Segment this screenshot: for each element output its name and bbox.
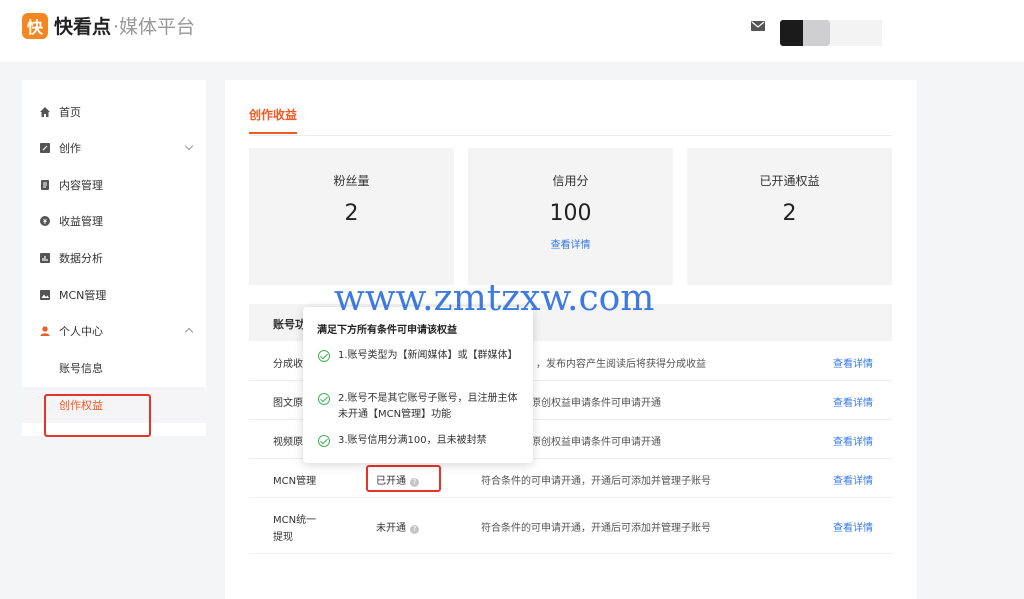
row-desc: 原创权益申请条件可申请开通 <box>531 437 661 448</box>
row-name: 图文原 <box>273 398 303 409</box>
view-details-link[interactable]: 查看详情 <box>833 519 873 534</box>
stat-card-fans: 粉丝量 2 <box>249 148 454 285</box>
chart-icon <box>40 253 50 263</box>
sidebar-subitem-label: 账号信息 <box>59 362 103 375</box>
view-details-link[interactable]: 查看详情 <box>833 394 873 409</box>
row-desc: 符合条件的可申请开通，开通后可添加并管理子账号 <box>481 523 711 534</box>
row-name: 视频原 <box>273 437 303 448</box>
highlight-box-sidebar <box>44 394 151 437</box>
sidebar-subitem-account-info[interactable]: 账号信息 <box>22 350 206 386</box>
brand-name: 快看点 <box>54 16 112 38</box>
question-icon[interactable]: ? <box>410 525 419 534</box>
edit-icon <box>40 143 50 153</box>
sidebar-item-label: 创作 <box>59 142 81 155</box>
chevron-down-icon[interactable] <box>184 141 194 151</box>
condition-text: 2.账号不是其它账号子账号，且注册主体未开通【MCN管理】功能 <box>338 393 518 420</box>
stat-value: 2 <box>344 201 359 226</box>
sidebar-item-label: 收益管理 <box>59 215 103 228</box>
tab-underline <box>249 132 297 134</box>
sidebar-item-create[interactable]: 创作 <box>22 130 206 166</box>
check-circle-icon <box>318 393 330 405</box>
sidebar-item-label: 首页 <box>59 106 81 119</box>
tooltip-title: 满足下方所有条件可申请该权益 <box>317 325 457 336</box>
view-details-link[interactable]: 查看详情 <box>833 433 873 448</box>
stat-label: 粉丝量 <box>333 174 370 188</box>
view-details-link[interactable]: 查看详情 <box>833 472 873 487</box>
document-icon <box>41 180 49 190</box>
brand-sub: ·媒体平台 <box>113 16 196 38</box>
sidebar-item-mcn[interactable]: MCN管理 <box>22 277 206 313</box>
username-redacted[interactable] <box>830 20 882 46</box>
row-desc: 符合条件的可申请开通，开通后可添加并管理子账号 <box>481 476 711 487</box>
chevron-up-icon[interactable] <box>184 327 194 337</box>
logo[interactable]: 快 快看点 ·媒体平台 <box>22 12 195 39</box>
sidebar-item-income[interactable]: 收益管理 <box>22 203 206 239</box>
row-name-line2: 提现 <box>273 532 293 543</box>
sidebar-item-label: MCN管理 <box>59 289 107 302</box>
view-details-link[interactable]: 查看详情 <box>833 355 873 370</box>
row-name: MCN管理 <box>273 476 317 487</box>
check-circle-icon <box>318 435 330 447</box>
top-header: 快 快看点 ·媒体平台 <box>0 0 1024 62</box>
condition-text: 1.账号类型为【新闻媒体】或【群媒体】 <box>338 350 518 361</box>
conditions-tooltip: 满足下方所有条件可申请该权益 1.账号类型为【新闻媒体】或【群媒体】 2.账号不… <box>303 307 533 463</box>
sidebar-item-analytics[interactable]: 数据分析 <box>22 240 206 276</box>
sidebar-item-personal[interactable]: 个人中心 <box>22 313 206 349</box>
row-name: MCN统一 <box>273 515 317 526</box>
row-name: 分成收 <box>273 359 303 370</box>
status-not-opened[interactable]: 未开通? <box>376 519 419 534</box>
mail-icon[interactable] <box>751 21 765 31</box>
status-text: 未开通 <box>376 523 406 534</box>
sidebar-item-label: 内容管理 <box>59 179 103 192</box>
user-icon <box>40 326 50 336</box>
condition-item: 1.账号类型为【新闻媒体】或【群媒体】 <box>318 348 523 364</box>
highlight-box-status <box>366 465 441 492</box>
check-circle-icon <box>318 350 330 362</box>
stat-card-rights: 已开通权益 2 <box>687 148 892 285</box>
logo-mark: 快 <box>22 12 48 39</box>
image-icon <box>40 290 50 300</box>
sidebar-item-label: 个人中心 <box>59 325 103 338</box>
sidebar: 首页 创作 内容管理 收益管理 数据分析 MCN管理 个人中心 账号信息 创作权… <box>22 80 206 436</box>
coin-icon <box>40 216 50 226</box>
table-row: MCN统一 提现 未开通? 符合条件的可申请开通，开通后可添加并管理子账号 查看… <box>249 498 892 554</box>
stat-card-credit: 信用分 100 查看详情 <box>468 148 673 285</box>
row-desc: 原创权益申请条件可申请开通 <box>531 398 661 409</box>
sidebar-item-content[interactable]: 内容管理 <box>22 167 206 203</box>
avatar[interactable] <box>780 20 830 46</box>
stat-value: 100 <box>549 201 592 226</box>
watermark: www.zmtzxw.com <box>334 278 655 319</box>
stat-label: 信用分 <box>552 174 589 188</box>
condition-item: 2.账号不是其它账号子账号，且注册主体未开通【MCN管理】功能 <box>318 391 523 423</box>
tab-divider <box>249 135 892 136</box>
table-row: MCN管理 已开通? 符合条件的可申请开通，开通后可添加并管理子账号 查看详情 <box>249 459 892 498</box>
tab-creation-income[interactable]: 创作收益 <box>249 106 297 123</box>
column-header-feature: 账号功 <box>273 318 306 331</box>
view-details-link[interactable]: 查看详情 <box>468 236 673 251</box>
sidebar-item-home[interactable]: 首页 <box>22 94 206 130</box>
condition-item: 3.账号信用分满100，且未被封禁 <box>318 433 523 449</box>
stat-label: 已开通权益 <box>759 174 820 188</box>
row-desc: ，发布内容产生阅读后将获得分成收益 <box>536 359 706 370</box>
condition-text: 3.账号信用分满100，且未被封禁 <box>338 435 487 446</box>
home-icon <box>40 107 50 117</box>
sidebar-item-label: 数据分析 <box>59 252 103 265</box>
stat-value: 2 <box>782 201 797 226</box>
